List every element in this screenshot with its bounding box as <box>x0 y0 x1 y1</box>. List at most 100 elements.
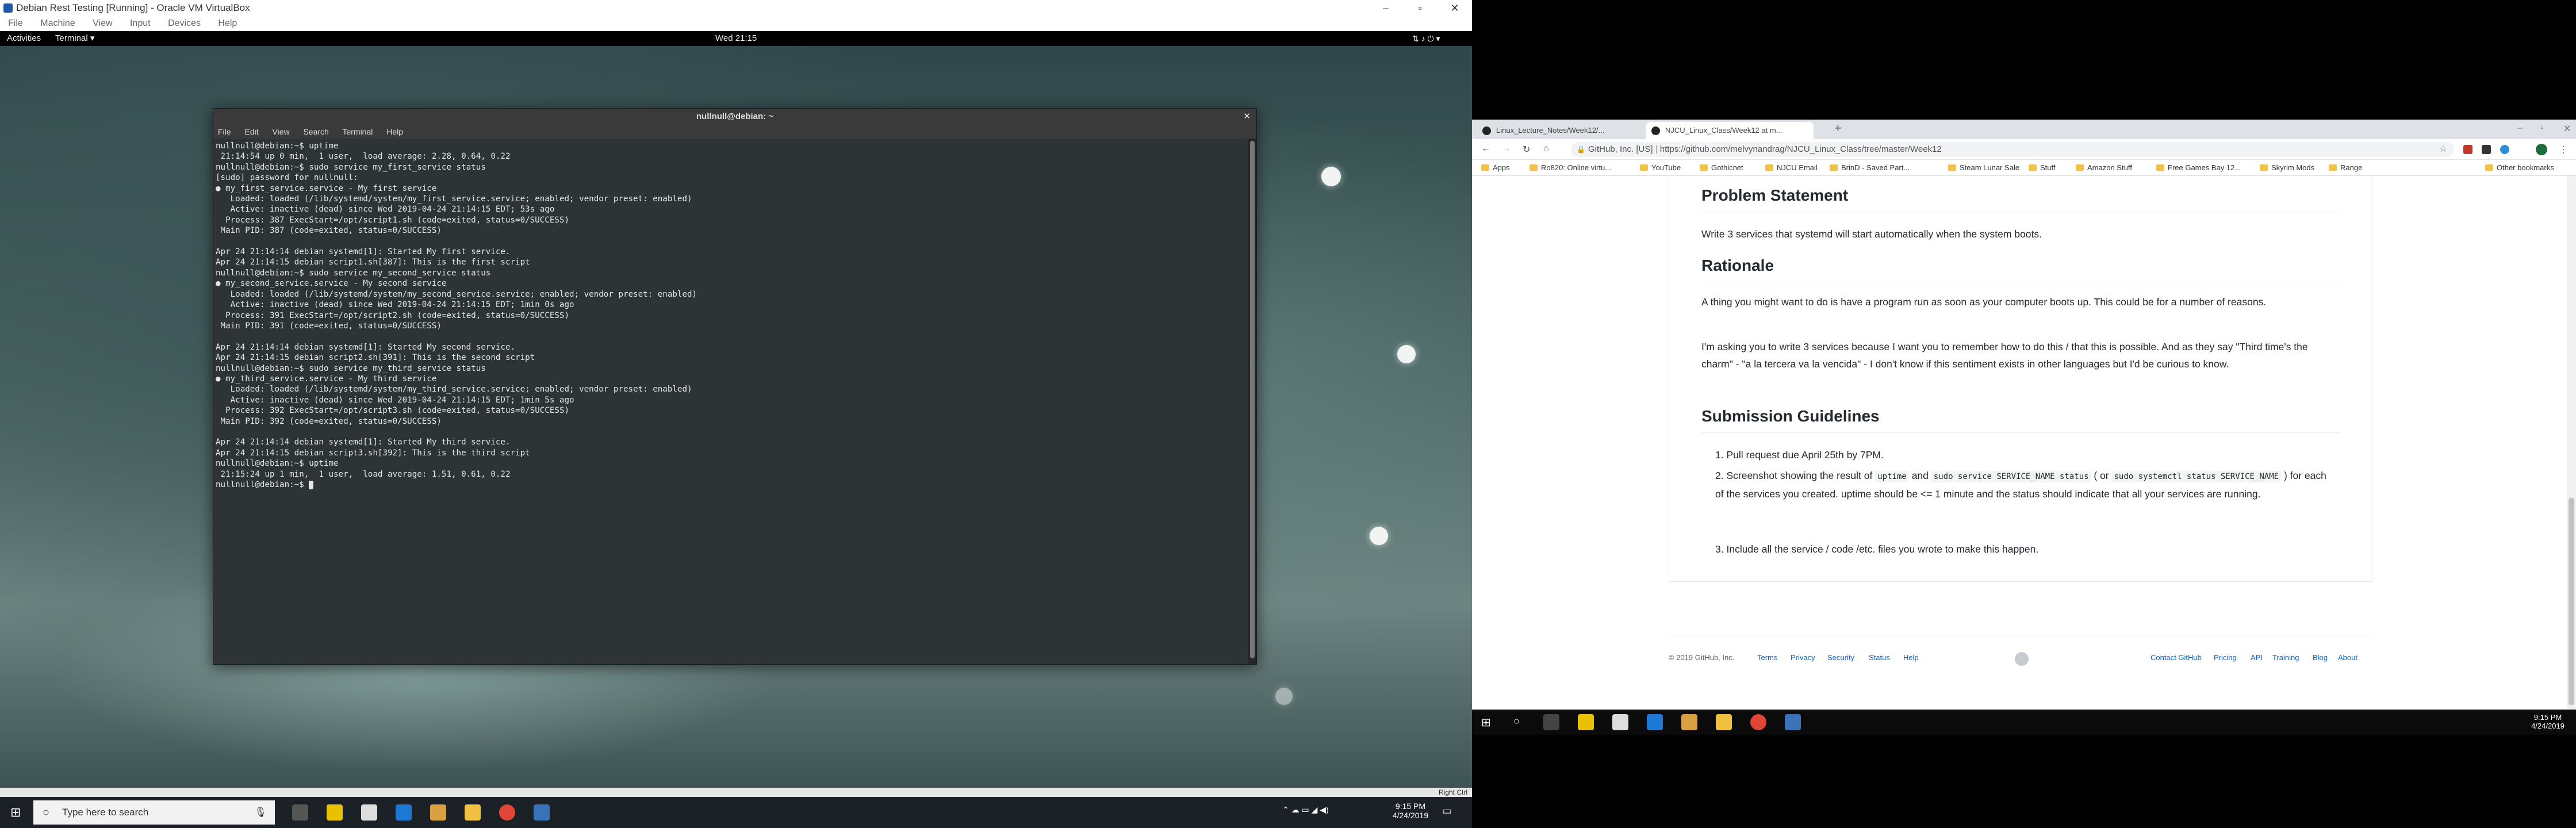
bookmark-item[interactable]: BrinD - Saved Part... <box>1830 160 1910 176</box>
terminal-scrollbar[interactable] <box>1248 139 1256 664</box>
bookmark-other[interactable]: Other bookmarks <box>2485 160 2554 176</box>
close-icon[interactable]: ✕ <box>1243 109 1251 125</box>
extension-icon[interactable] <box>2500 145 2509 154</box>
home-icon[interactable]: ⌂ <box>1543 144 1549 154</box>
page-scrollbar[interactable] <box>2567 176 2576 710</box>
bookmark-item[interactable]: Stuff <box>2029 160 2056 176</box>
chrome-icon[interactable] <box>1750 714 1766 730</box>
menu-icon[interactable]: ⋮ <box>2559 144 2568 155</box>
vm-menu-input[interactable]: Input <box>130 18 151 28</box>
vm-menu-view[interactable]: View <box>93 18 112 28</box>
back-icon[interactable]: ← <box>1481 144 1490 154</box>
bookmark-item[interactable]: Range <box>2329 160 2362 176</box>
vm-menu-machine[interactable]: Machine <box>40 18 75 28</box>
taskbar-search-input[interactable]: ○ Type here to search 🎙 <box>33 800 275 825</box>
tab-title: NJCU_Linux_Class/Week12 at m... <box>1665 126 1782 135</box>
taskbar-time: 9:15 PM <box>1395 802 1426 811</box>
reload-icon[interactable]: ↻ <box>1523 144 1530 155</box>
media-icon[interactable] <box>430 804 446 821</box>
footer-link-api[interactable]: API <box>2251 653 2263 662</box>
maximize-button[interactable]: ▫ <box>1403 0 1438 16</box>
footer-link-security[interactable]: Security <box>1827 653 1854 662</box>
terminal-menu-help[interactable]: Help <box>386 127 403 136</box>
footer-link-help[interactable]: Help <box>1903 653 1919 662</box>
minimize-button[interactable]: – <box>2517 123 2523 133</box>
terminal-menu-edit[interactable]: Edit <box>244 127 258 136</box>
close-button[interactable]: ✕ <box>1438 0 1472 16</box>
bookmark-item[interactable]: Free Games Bay 12... <box>2156 160 2241 176</box>
footer-link-terms[interactable]: Terms <box>1757 653 1777 662</box>
lock-icon: 🔒 <box>1577 145 1585 154</box>
bookmark-item[interactable]: Ro820: Online virtu... <box>1529 160 1611 176</box>
terminal-menu-view[interactable]: View <box>272 127 289 136</box>
bookmark-item[interactable]: Gothicnet <box>1700 160 1743 176</box>
task-view-icon[interactable] <box>1543 714 1559 730</box>
close-button[interactable]: ✕ <box>2563 123 2571 135</box>
bookmark-apps[interactable]: Apps <box>1481 160 1510 176</box>
activities-button[interactable]: Activities <box>7 31 41 46</box>
terminal-menu-file[interactable]: File <box>218 127 231 136</box>
minimize-button[interactable]: – <box>1368 0 1403 16</box>
task-view-icon[interactable] <box>292 804 308 821</box>
footer-link-status[interactable]: Status <box>1869 653 1890 662</box>
extension-icon[interactable] <box>2482 145 2491 154</box>
terminal-menu-search[interactable]: Search <box>303 127 328 136</box>
vm-menu-help[interactable]: Help <box>218 18 237 28</box>
taskbar-clock[interactable]: 9:15 PM 4/24/2019 <box>2528 713 2568 730</box>
chrome-icon[interactable] <box>499 804 515 821</box>
system-tray-icons[interactable]: ⇅ ♪ ⏻ ▾ <box>1412 31 1440 46</box>
taskbar-clock[interactable]: 9:15 PM 4/24/2019 <box>1390 802 1431 820</box>
bookmark-item[interactable]: Steam Lunar Sale <box>1948 160 2019 176</box>
sticky-notes-icon[interactable] <box>1578 714 1594 730</box>
vm-menu-devices[interactable]: Devices <box>168 18 201 28</box>
edge-icon[interactable] <box>396 804 412 821</box>
github-footer: © 2019 GitHub, Inc. Terms Privacy Securi… <box>1669 652 2372 670</box>
edge-icon[interactable] <box>1647 714 1663 730</box>
file-explorer-icon[interactable] <box>1716 714 1732 730</box>
bookmark-item[interactable]: Amazon Stuff <box>2076 160 2132 176</box>
bookmark-item[interactable]: NJCU Email <box>1765 160 1818 176</box>
footer-link-about[interactable]: About <box>2338 653 2358 662</box>
terminal-window[interactable]: nullnull@debian: ~ ✕ File Edit View Sear… <box>213 108 1257 665</box>
bookmark-star-icon[interactable]: ☆ <box>2440 142 2447 157</box>
file-explorer-icon[interactable] <box>465 804 481 821</box>
terminal-line: Apr 24 21:14:15 debian script3.sh[392]: … <box>216 448 530 458</box>
search-icon[interactable]: ○ <box>1513 715 1520 727</box>
media-icon[interactable] <box>1681 714 1697 730</box>
heading-rationale: Rationale <box>1701 256 1774 274</box>
address-bar[interactable]: 🔒 GitHub, Inc. [US] | https://github.com… <box>1571 142 2454 157</box>
gnome-clock[interactable]: Wed 21:15 <box>715 31 757 46</box>
tab-njcu-linux-class[interactable]: NJCU_Linux_Class/Week12 at m... <box>1646 122 1814 139</box>
sticky-notes-icon[interactable] <box>327 804 343 821</box>
windows-start-icon[interactable]: ⊞ <box>1481 715 1491 730</box>
virtualbox-taskbar-icon[interactable] <box>534 804 550 821</box>
system-tray-icons[interactable]: ⌃ ☁ ▭ ◢ ◀) <box>1282 805 1329 815</box>
forward-icon[interactable]: → <box>1502 144 1511 154</box>
footer-link-training[interactable]: Training <box>2272 653 2299 662</box>
terminal-menu-terminal[interactable]: Terminal <box>342 127 373 136</box>
action-center-icon[interactable]: ▭ <box>1442 805 1452 817</box>
maximize-button[interactable]: ▫ <box>2540 123 2544 133</box>
profile-avatar[interactable] <box>2536 144 2547 155</box>
app-menu[interactable]: Terminal ▾ <box>55 31 94 46</box>
footer-link-pricing[interactable]: Pricing <box>2214 653 2237 662</box>
tab-strip: Linux_Lecture_Notes/Week12/... NJCU_Linu… <box>1472 120 2576 139</box>
vm-menu-file[interactable]: File <box>8 18 23 28</box>
extension-icon[interactable] <box>2463 145 2472 154</box>
mail-icon[interactable] <box>361 804 377 821</box>
github-octocat-icon[interactable] <box>2015 652 2029 666</box>
footer-link-contact[interactable]: Contact GitHub <box>2150 653 2202 662</box>
footer-link-privacy[interactable]: Privacy <box>1791 653 1815 662</box>
bookmark-item[interactable]: Skyrim Mods <box>2260 160 2314 176</box>
virtualbox-taskbar-icon[interactable] <box>1785 714 1801 730</box>
wallpaper-orb <box>1275 688 1293 705</box>
windows-start-icon[interactable]: ⊞ <box>10 805 21 820</box>
terminal-titlebar[interactable]: nullnull@debian: ~ ✕ <box>213 109 1256 125</box>
new-tab-button[interactable]: + <box>1834 121 1842 136</box>
terminal-output[interactable]: nullnull@debian:~$ uptime 21:14:54 up 0 … <box>213 139 1248 664</box>
mail-icon[interactable] <box>1612 714 1628 730</box>
microphone-icon[interactable]: 🎙 <box>254 800 267 825</box>
tab-linux-lecture-notes[interactable]: Linux_Lecture_Notes/Week12/... <box>1477 122 1646 139</box>
bookmark-item[interactable]: YouTube <box>1640 160 1681 176</box>
footer-link-blog[interactable]: Blog <box>2313 653 2328 662</box>
